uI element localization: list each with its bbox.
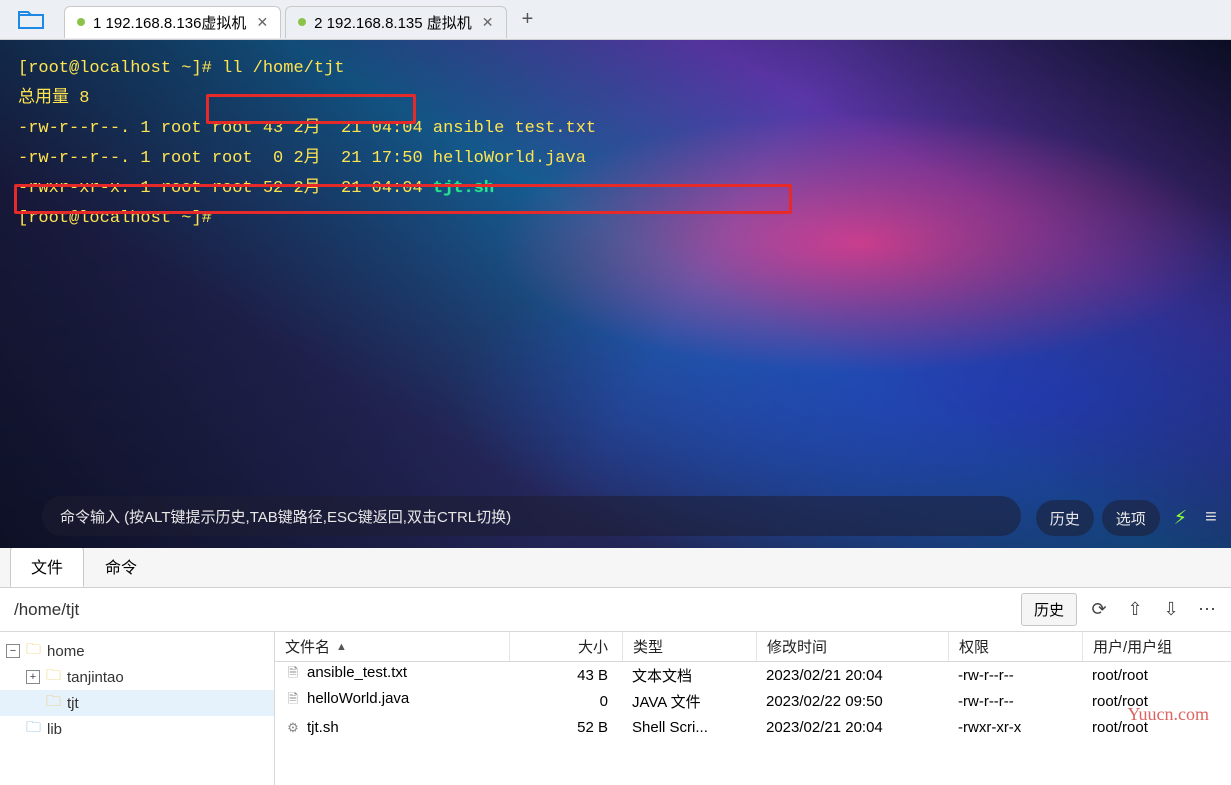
- download-icon[interactable]: ⇩: [1157, 599, 1185, 620]
- col-user[interactable]: 用户/用户组: [1082, 632, 1231, 661]
- file-time: 2023/02/21 20:04: [756, 667, 948, 684]
- folder-tree-icon[interactable]: [6, 6, 56, 34]
- terminal-line: [root@localhost ~]# ll /home/tjt: [18, 54, 1213, 84]
- status-dot-icon: [77, 18, 85, 26]
- path-toolbar: /home/tjt 历史 ⟳ ⇧ ⇩ ⋯: [0, 588, 1231, 632]
- folder-icon: 🗀: [46, 691, 61, 716]
- file-size: 52 B: [509, 719, 622, 736]
- bolt-icon[interactable]: ⚡: [1168, 505, 1193, 531]
- folder-icon: 🗀: [26, 717, 41, 742]
- file-user: root/root: [1082, 667, 1231, 684]
- file-perm: -rwxr-xr-x: [948, 719, 1082, 736]
- file-area: − 🗀 home + 🗀 tanjintao 🗀 tjt 🗀 lib 文件名▲ …: [0, 632, 1231, 785]
- tree-node-tanjintao[interactable]: + 🗀 tanjintao: [0, 664, 274, 690]
- file-perm: -rw-r--r--: [948, 667, 1082, 684]
- file-type: Shell Scri...: [622, 719, 756, 736]
- tree-node-home[interactable]: − 🗀 home: [0, 638, 274, 664]
- command-bar-actions: 历史 选项 ⚡ ≡: [1036, 500, 1221, 536]
- file-time: 2023/02/21 20:04: [756, 719, 948, 736]
- command-input-placeholder: 命令输入 (按ALT键提示历史,TAB键路径,ESC键返回,双击CTRL切换): [60, 506, 511, 527]
- tab-commands[interactable]: 命令: [84, 545, 158, 587]
- tree-label: tjt: [67, 695, 79, 712]
- terminal-pane[interactable]: [root@localhost ~]# ll /home/tjt 总用量 8 -…: [0, 40, 1231, 548]
- terminal-line: [root@localhost ~]#: [18, 204, 1213, 234]
- tree-node-tjt[interactable]: 🗀 tjt: [0, 690, 274, 716]
- upload-icon[interactable]: ⇧: [1121, 599, 1149, 620]
- table-row[interactable]: 🗎 ansible_test.txt 43 B 文本文档 2023/02/21 2…: [275, 662, 1231, 688]
- refresh-icon[interactable]: ⟳: [1085, 599, 1113, 620]
- file-icon: 🗎: [285, 664, 301, 686]
- file-type: JAVA 文件: [622, 691, 756, 712]
- folder-icon: 🗀: [26, 639, 41, 664]
- tab-session-2[interactable]: 2 192.168.8.135 虚拟机 ✕: [285, 6, 506, 38]
- options-button[interactable]: 选项: [1102, 500, 1160, 536]
- command-input-bar[interactable]: 命令输入 (按ALT键提示历史,TAB键路径,ESC键返回,双击CTRL切换): [42, 496, 1021, 536]
- sort-asc-icon: ▲: [336, 641, 347, 653]
- table-row[interactable]: 🗎 helloWorld.java 0 JAVA 文件 2023/02/22 09…: [275, 688, 1231, 714]
- file-perm: -rw-r--r--: [948, 693, 1082, 710]
- settings-dots-icon[interactable]: ⋯: [1193, 599, 1221, 620]
- file-time: 2023/02/22 09:50: [756, 693, 948, 710]
- col-time[interactable]: 修改时间: [756, 632, 948, 661]
- file-type: 文本文档: [622, 665, 756, 686]
- tab-session-1[interactable]: 1 192.168.8.136虚拟机 ✕: [64, 6, 281, 38]
- tree-label: lib: [47, 721, 62, 738]
- col-type[interactable]: 类型: [622, 632, 756, 661]
- col-perm[interactable]: 权限: [948, 632, 1082, 661]
- file-icon: 🗎: [285, 690, 301, 712]
- col-name[interactable]: 文件名▲: [275, 632, 509, 661]
- tree-node-lib[interactable]: 🗀 lib: [0, 716, 274, 742]
- file-size: 43 B: [509, 667, 622, 684]
- table-row[interactable]: ⚙ tjt.sh 52 B Shell Scri... 2023/02/21 20…: [275, 714, 1231, 740]
- file-table-header[interactable]: 文件名▲ 大小 类型 修改时间 权限 用户/用户组: [275, 632, 1231, 662]
- file-size: 0: [509, 693, 622, 710]
- menu-lines-icon[interactable]: ≡: [1201, 507, 1221, 530]
- collapse-icon[interactable]: −: [6, 644, 20, 658]
- col-size[interactable]: 大小: [509, 632, 622, 661]
- file-table: 文件名▲ 大小 类型 修改时间 权限 用户/用户组 🗎 ansible_test.…: [275, 632, 1231, 785]
- terminal-line: -rw-r--r--. 1 root root 0 2月 21 17:50 he…: [18, 144, 1213, 174]
- path-history-button[interactable]: 历史: [1021, 593, 1077, 626]
- bottom-panel-tabs: 文件 命令: [0, 548, 1231, 588]
- tab-files[interactable]: 文件: [10, 545, 84, 587]
- tab-label: 2 192.168.8.135 虚拟机: [314, 12, 472, 33]
- file-name: tjt.sh: [307, 719, 339, 736]
- status-dot-icon: [298, 18, 306, 26]
- tab-label: 1 192.168.8.136虚拟机: [93, 12, 246, 33]
- file-name: helloWorld.java: [307, 690, 409, 707]
- history-button[interactable]: 历史: [1036, 500, 1094, 536]
- folder-icon: 🗀: [46, 665, 61, 690]
- expand-icon[interactable]: +: [26, 670, 40, 684]
- folder-tree[interactable]: − 🗀 home + 🗀 tanjintao 🗀 tjt 🗀 lib: [0, 632, 275, 785]
- current-path[interactable]: /home/tjt: [10, 600, 79, 620]
- new-tab-button[interactable]: +: [513, 6, 543, 34]
- file-name: ansible_test.txt: [307, 664, 407, 681]
- terminal-line: -rw-r--r--. 1 root root 43 2月 21 04:04 a…: [18, 114, 1213, 144]
- tree-label: home: [47, 643, 85, 660]
- close-icon[interactable]: ✕: [482, 14, 494, 31]
- terminal-line: 总用量 8: [18, 84, 1213, 114]
- session-tabbar: 1 192.168.8.136虚拟机 ✕ 2 192.168.8.135 虚拟机…: [0, 0, 1231, 40]
- gear-icon: ⚙: [285, 720, 301, 736]
- tree-label: tanjintao: [67, 669, 124, 686]
- close-icon[interactable]: ✕: [256, 14, 268, 31]
- watermark-text: Yuucn.com: [1128, 704, 1209, 725]
- terminal-line: -rwxr-xr-x. 1 root root 52 2月 21 04:04 t…: [18, 174, 1213, 204]
